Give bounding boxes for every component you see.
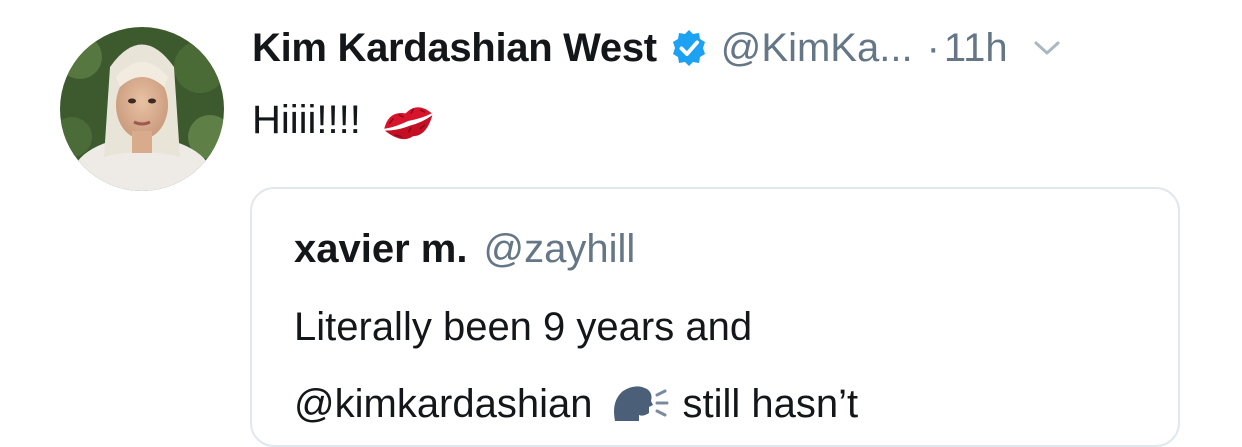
quoted-text-rest: still hasn’t — [682, 381, 859, 426]
verified-badge-icon — [669, 28, 709, 68]
tweet-text: Hiiii!!!! — [252, 98, 437, 143]
quoted-tweet-header: xavier m. @zayhill — [294, 227, 635, 272]
tweet-header: Kim Kardashian West @KimKa... · 11h — [252, 18, 1212, 78]
quoted-handle: @zayhill — [483, 227, 636, 271]
quoted-tweet-card[interactable]: xavier m. @zayhill Literally been 9 year… — [250, 187, 1180, 447]
quoted-display-name: xavier m. — [294, 227, 468, 271]
quoted-text-line: Literally been 9 years and — [294, 305, 753, 349]
kiss-mark-icon — [379, 99, 437, 143]
tweet-text-content: Hiiii!!!! — [252, 98, 361, 142]
separator-dot: · — [926, 25, 940, 70]
timestamp[interactable]: 11h — [944, 26, 1008, 71]
handle[interactable]: @KimKa... — [721, 26, 913, 71]
chevron-down-icon[interactable] — [1032, 33, 1062, 63]
avatar[interactable] — [60, 27, 224, 191]
quoted-mention[interactable]: @kimkardashian — [294, 382, 593, 427]
tweet[interactable]: Kim Kardashian West @KimKa... · 11h Hiii… — [0, 0, 1242, 447]
display-name[interactable]: Kim Kardashian West — [252, 26, 657, 71]
quoted-text-line: @kimkardashian still hasn’t — [294, 381, 858, 427]
speaking-head-icon — [609, 381, 671, 427]
